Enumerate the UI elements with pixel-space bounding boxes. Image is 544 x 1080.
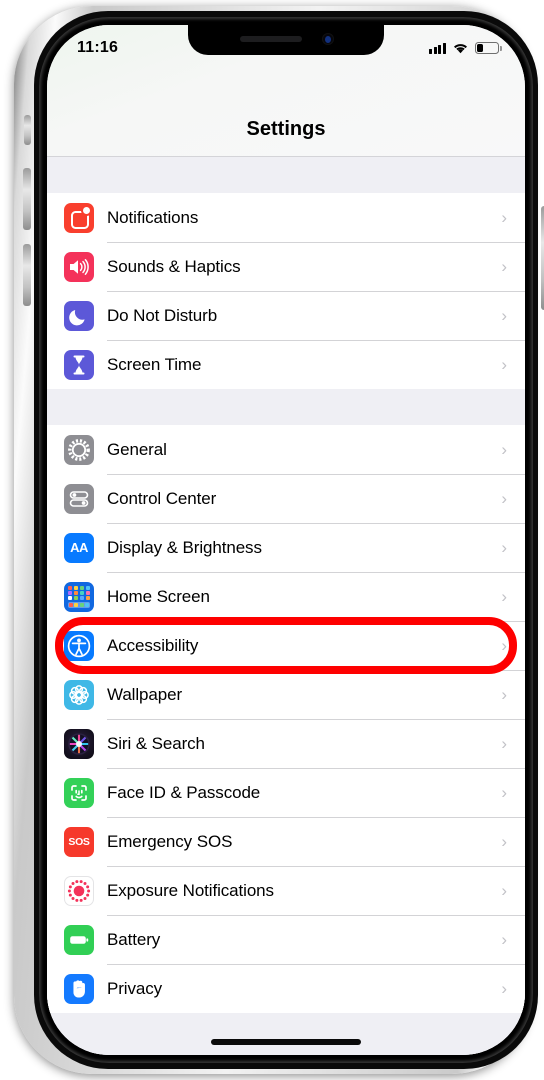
chevron-right-icon: › <box>501 257 507 276</box>
settings-row-privacy[interactable]: Privacy › <box>47 964 525 1013</box>
settings-row-label: General <box>107 439 167 459</box>
settings-row-wallpaper[interactable]: Wallpaper › <box>47 670 525 719</box>
settings-row-label: Face ID & Passcode <box>107 782 261 802</box>
page-title: Settings <box>246 118 326 140</box>
settings-row-emergency-sos[interactable]: SOS Emergency SOS › <box>47 817 525 866</box>
status-indicators <box>429 42 502 54</box>
accessibility-icon <box>64 630 94 661</box>
settings-row-face-id-passcode[interactable]: Face ID & Passcode › <box>47 768 525 817</box>
general-gear-icon <box>64 434 94 465</box>
settings-row-display-brightness[interactable]: AA Display & Brightness › <box>47 523 525 572</box>
volume-down-button[interactable] <box>23 244 31 306</box>
settings-row-label: Emergency SOS <box>107 831 233 851</box>
chevron-right-icon: › <box>501 587 507 606</box>
exposure-notifications-icon <box>64 875 94 906</box>
settings-row-label: Home Screen <box>107 586 210 606</box>
screen-time-icon <box>64 349 94 380</box>
settings-row-label: Notifications <box>107 207 199 227</box>
settings-row-label: Screen Time <box>107 354 202 374</box>
settings-row-sounds-haptics[interactable]: Sounds & Haptics › <box>47 242 525 291</box>
battery-icon <box>475 42 502 54</box>
settings-row-siri-search[interactable]: Siri & Search › <box>47 719 525 768</box>
settings-row-accessibility[interactable]: Accessibility › <box>47 621 525 670</box>
settings-row-label: Do Not Disturb <box>107 305 218 325</box>
do-not-disturb-icon <box>64 300 94 331</box>
chevron-right-icon: › <box>501 881 507 900</box>
settings-row-label: Display & Brightness <box>107 537 262 557</box>
section-gap-top <box>47 157 525 193</box>
settings-row-exposure-notifications[interactable]: Exposure Notifications › <box>47 866 525 915</box>
cellular-signal-icon <box>429 42 446 54</box>
volume-up-button[interactable] <box>23 168 31 230</box>
settings-group-2: General › Control Center › AA Display & Brigh… <box>47 425 525 1013</box>
home-indicator-area <box>47 1017 525 1055</box>
battery-fill <box>477 44 483 52</box>
section-gap-middle <box>47 389 525 425</box>
chevron-right-icon: › <box>501 538 507 557</box>
display-brightness-icon: AA <box>64 532 94 563</box>
chevron-right-icon: › <box>501 832 507 851</box>
chevron-right-icon: › <box>501 979 507 998</box>
settings-row-label: Exposure Notifications <box>107 880 274 900</box>
face-id-icon <box>64 777 94 808</box>
chevron-right-icon: › <box>501 636 507 655</box>
settings-row-do-not-disturb[interactable]: Do Not Disturb › <box>47 291 525 340</box>
wallpaper-icon <box>64 679 94 710</box>
settings-row-battery[interactable]: Battery › <box>47 915 525 964</box>
settings-list[interactable]: Notifications › Sounds & Haptics › Do Not Di… <box>47 157 525 1055</box>
settings-row-label: Siri & Search <box>107 733 205 753</box>
mute-switch-button[interactable] <box>24 115 31 145</box>
status-time: 11:16 <box>77 39 119 56</box>
chevron-right-icon: › <box>501 355 507 374</box>
chevron-right-icon: › <box>501 306 507 325</box>
nav-divider <box>47 156 525 157</box>
settings-row-home-screen[interactable]: Home Screen › <box>47 572 525 621</box>
emergency-sos-icon: SOS <box>64 826 94 857</box>
device-frame: Settings 11:16 Notifications › Sounds & … <box>14 6 544 1074</box>
chevron-right-icon: › <box>501 783 507 802</box>
chevron-right-icon: › <box>501 440 507 459</box>
home-indicator[interactable] <box>211 1039 361 1045</box>
sounds-haptics-icon <box>64 251 94 282</box>
settings-row-control-center[interactable]: Control Center › <box>47 474 525 523</box>
chevron-right-icon: › <box>501 734 507 753</box>
notch <box>188 25 384 55</box>
settings-row-label: Battery <box>107 929 161 949</box>
settings-row-label: Privacy <box>107 978 163 998</box>
phone-screen: Settings 11:16 Notifications › Sounds & … <box>47 25 525 1055</box>
settings-row-general[interactable]: General › <box>47 425 525 474</box>
settings-row-label: Control Center <box>107 488 217 508</box>
chevron-right-icon: › <box>501 930 507 949</box>
privacy-hand-icon <box>64 973 94 1004</box>
wifi-icon <box>452 42 469 54</box>
front-camera-icon <box>322 33 334 45</box>
settings-row-notifications[interactable]: Notifications › <box>47 193 525 242</box>
siri-search-icon <box>64 728 94 759</box>
home-screen-icon <box>64 581 94 612</box>
settings-row-screen-time[interactable]: Screen Time › <box>47 340 525 389</box>
settings-row-label: Sounds & Haptics <box>107 256 241 276</box>
settings-group-1: Notifications › Sounds & Haptics › Do Not Di… <box>47 193 525 389</box>
settings-row-label: Wallpaper <box>107 684 183 704</box>
notifications-icon <box>64 202 94 233</box>
settings-row-label: Accessibility <box>107 635 199 655</box>
earpiece-speaker-icon <box>240 36 302 42</box>
battery-settings-icon <box>64 924 94 955</box>
chevron-right-icon: › <box>501 489 507 508</box>
chevron-right-icon: › <box>501 685 507 704</box>
chevron-right-icon: › <box>501 208 507 227</box>
control-center-icon <box>64 483 94 514</box>
